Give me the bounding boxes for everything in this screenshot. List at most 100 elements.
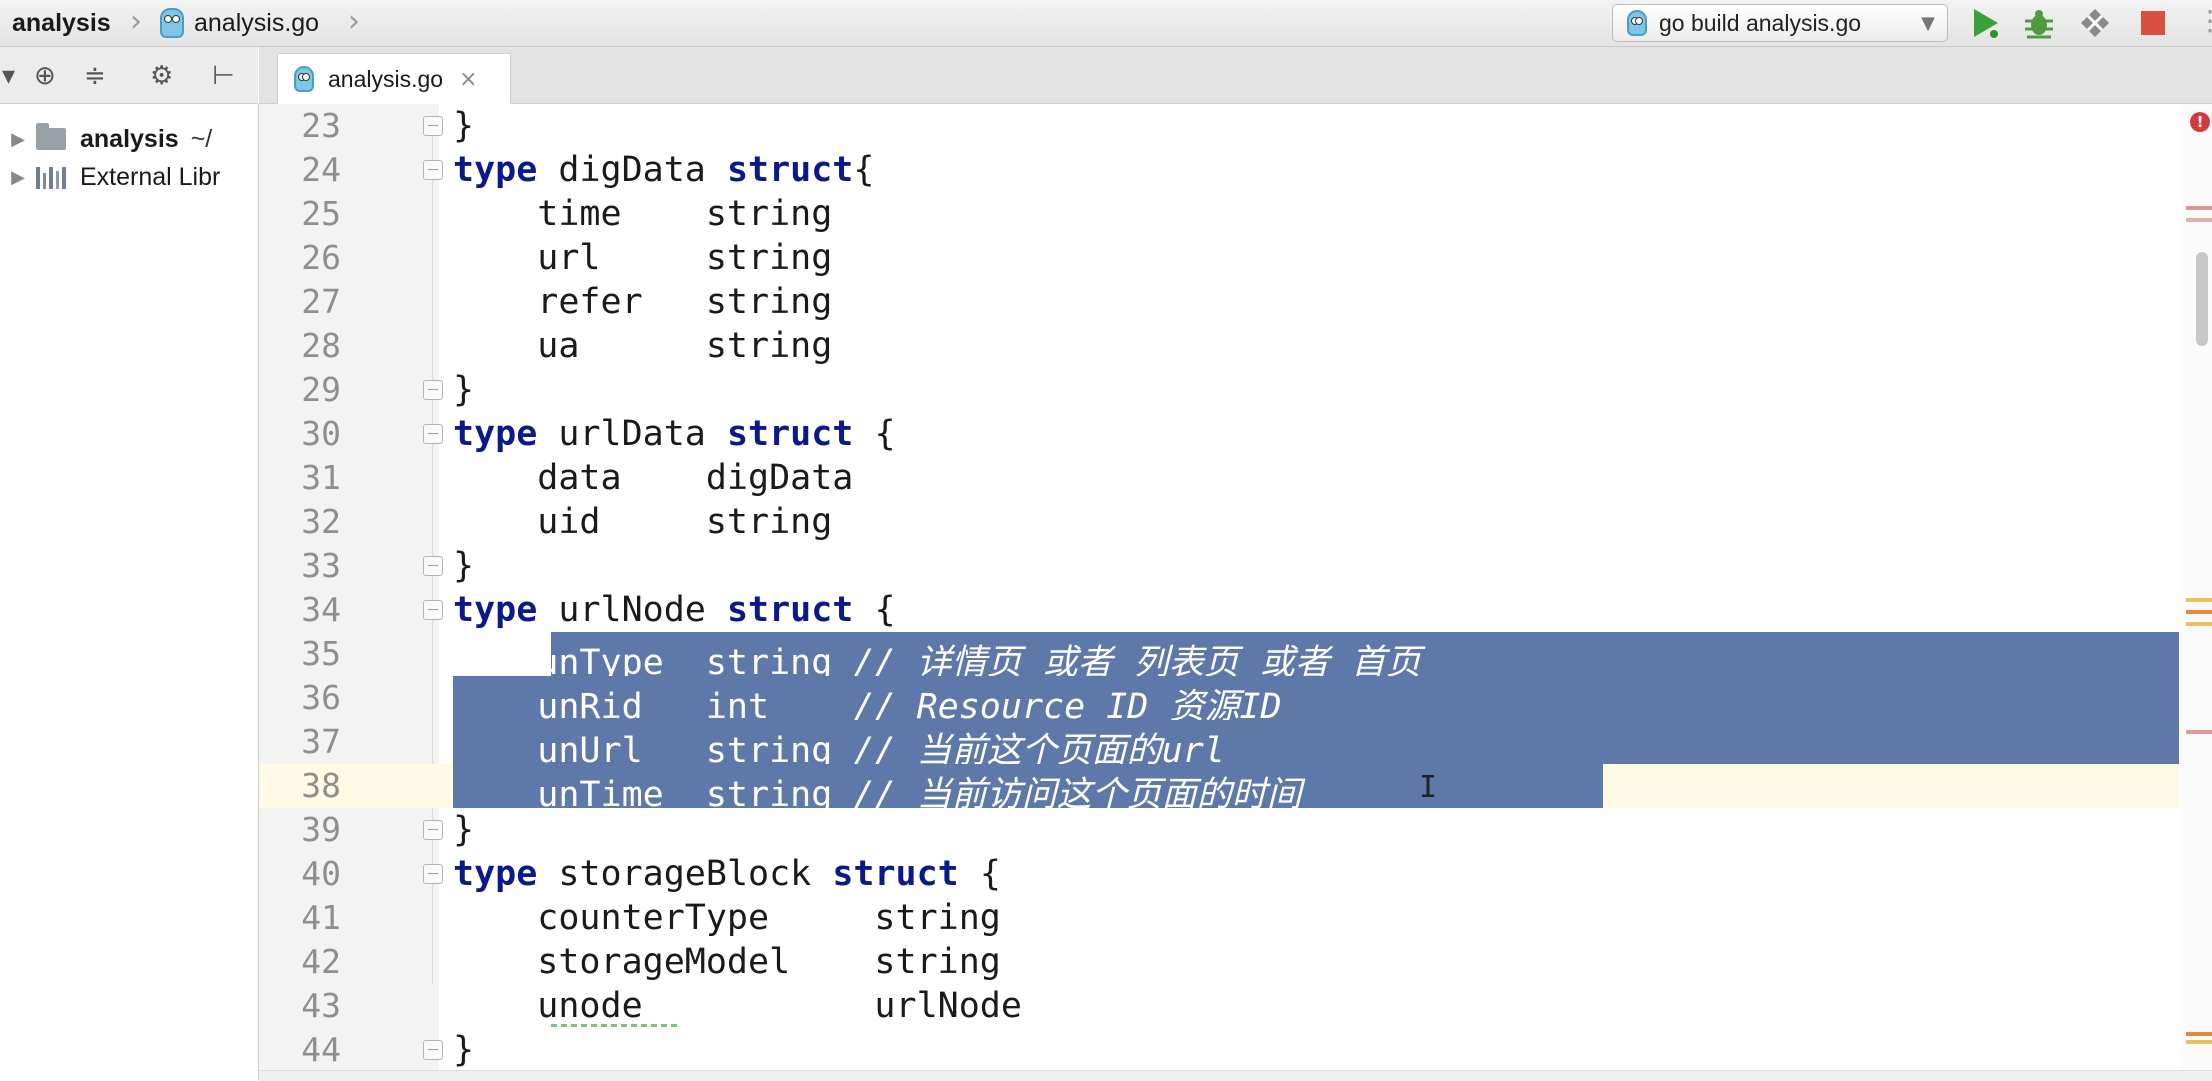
stripe-marker[interactable] xyxy=(2186,610,2212,614)
vertical-scrollbar[interactable] xyxy=(2196,252,2208,346)
horizontal-scrollbar[interactable] xyxy=(259,1070,2212,1081)
run-icon xyxy=(1974,9,1998,38)
run-configuration-dropdown[interactable]: go build analysis.go ▼ xyxy=(1612,4,1948,42)
code-line[interactable]: 29 } xyxy=(259,368,2179,412)
locate-file-icon[interactable]: ⊕ xyxy=(34,61,56,91)
tree-item-label: analysis xyxy=(80,124,179,153)
run-button[interactable] xyxy=(1968,6,2002,40)
code-line[interactable]: 34 type urlNode struct { xyxy=(259,588,2179,632)
stripe-marker[interactable] xyxy=(2186,730,2212,734)
line-number: 43 xyxy=(301,986,341,1025)
project-toolbar: ▾ ⊕ ≑ ⚙ ⊢ xyxy=(0,47,258,104)
tab-analysis-go[interactable]: analysis.go × xyxy=(277,53,511,104)
code-line-selected[interactable]: 37 unUrl string // 当前这个页面的url xyxy=(259,720,2179,771)
code-text: refer string xyxy=(453,282,833,322)
collapse-all-icon[interactable]: ≑ xyxy=(84,61,106,91)
fold-icon[interactable] xyxy=(423,380,443,400)
code-line[interactable]: 24 type digData struct{ xyxy=(259,148,2179,192)
line-number: 44 xyxy=(301,1030,341,1069)
code-line-caret[interactable]: 38 unTime string // 当前访问这个页面的时间 I xyxy=(259,764,2179,815)
toolbar-overflow-icon[interactable]: ⋮ xyxy=(2196,4,2212,37)
line-number: 33 xyxy=(301,546,341,585)
go-file-icon xyxy=(160,8,184,38)
project-tree: ▶ analysis ~/ ▶ External Libr xyxy=(0,104,259,1080)
unused-field-warning-underline xyxy=(551,1024,678,1027)
navigation-bar: analysis › analysis.go › go build analys… xyxy=(0,0,2212,47)
code-editor[interactable]: 23 } 24 type digData struct{ 25 time str… xyxy=(259,104,2212,1070)
stop-button[interactable] xyxy=(2136,6,2170,40)
fold-icon[interactable] xyxy=(423,600,443,620)
code-line[interactable]: 27 refer string xyxy=(259,280,2179,324)
code-text: storageModel string xyxy=(453,942,1001,982)
line-number: 28 xyxy=(301,326,341,365)
breadcrumb-separator-icon: › xyxy=(130,4,142,39)
debug-icon xyxy=(2025,10,2053,39)
line-number: 25 xyxy=(301,194,341,233)
breadcrumb-project[interactable]: analysis xyxy=(12,6,111,40)
code-text: time string xyxy=(453,194,833,234)
debug-button[interactable] xyxy=(2022,6,2056,40)
close-icon[interactable]: × xyxy=(459,67,477,92)
fold-icon[interactable] xyxy=(423,864,443,884)
line-number: 23 xyxy=(301,106,341,145)
stripe-marker[interactable] xyxy=(2186,1040,2212,1044)
panel-dropdown-icon[interactable]: ▾ xyxy=(2,61,15,91)
code-line[interactable]: 31 data digData xyxy=(259,456,2179,500)
code-line[interactable]: 40 type storageBlock struct { xyxy=(259,852,2179,896)
code-text: data digData xyxy=(453,458,854,498)
fold-icon[interactable] xyxy=(423,556,443,576)
code-line[interactable]: 43 unode urlNode xyxy=(259,984,2179,1028)
tree-item-analysis[interactable]: ▶ analysis ~/ xyxy=(0,120,212,158)
line-number: 38 xyxy=(301,766,341,805)
stop-icon xyxy=(2141,11,2165,35)
breadcrumb-file[interactable]: analysis.go xyxy=(160,6,319,40)
line-number: 30 xyxy=(301,414,341,453)
code-line[interactable]: 33 } xyxy=(259,544,2179,588)
breadcrumb-file-label: analysis.go xyxy=(194,8,320,37)
code-line[interactable]: 25 time string xyxy=(259,192,2179,236)
error-stripe[interactable]: ! xyxy=(2180,104,2212,1070)
code-text: } xyxy=(453,1030,475,1070)
fold-icon[interactable] xyxy=(423,820,443,840)
fold-icon[interactable] xyxy=(423,424,443,444)
code-line[interactable]: 39 } xyxy=(259,808,2179,852)
stripe-marker[interactable] xyxy=(2186,622,2212,626)
tree-item-external-libraries[interactable]: ▶ External Libr xyxy=(0,158,220,196)
fold-icon[interactable] xyxy=(423,116,443,136)
code-line[interactable]: 26 url string xyxy=(259,236,2179,280)
chevron-down-icon: ▼ xyxy=(1921,12,1935,34)
code-line-selected[interactable]: 36 unRid int // Resource ID 资源ID xyxy=(259,676,2179,727)
error-indicator-icon[interactable]: ! xyxy=(2190,112,2210,132)
code-line[interactable]: 28 ua string xyxy=(259,324,2179,368)
code-text: } xyxy=(453,370,475,410)
line-number: 31 xyxy=(301,458,341,497)
code-line[interactable]: 30 type urlData struct { xyxy=(259,412,2179,456)
fold-icon[interactable] xyxy=(423,160,443,180)
stripe-marker[interactable] xyxy=(2186,1032,2212,1036)
code-line[interactable]: 44 } xyxy=(259,1028,2179,1070)
line-number: 35 xyxy=(301,634,341,673)
stripe-marker[interactable] xyxy=(2186,218,2212,222)
stripe-marker[interactable] xyxy=(2186,598,2212,602)
code-line[interactable]: 32 uid string xyxy=(259,500,2179,544)
gear-icon[interactable]: ⚙ xyxy=(150,61,173,91)
code-text: type urlNode struct { xyxy=(453,590,896,630)
breadcrumb-separator-icon: › xyxy=(348,4,360,39)
expand-arrow-icon[interactable]: ▶ xyxy=(0,167,36,188)
code-line[interactable]: 23 } xyxy=(259,104,2179,148)
line-number: 41 xyxy=(301,898,341,937)
expand-arrow-icon[interactable]: ▶ xyxy=(0,129,36,150)
hide-panel-icon[interactable]: ⊢ xyxy=(212,61,235,91)
code-text: type storageBlock struct { xyxy=(453,854,1001,894)
code-line[interactable]: 42 storageModel string xyxy=(259,940,2179,984)
go-file-icon xyxy=(294,66,314,92)
code-text: uid string xyxy=(453,502,833,542)
run-configuration-label: go build analysis.go xyxy=(1659,9,1862,36)
editor-tab-bar: analysis.go × xyxy=(259,47,2212,104)
code-line-selected[interactable]: 35 unType string // 详情页 或者 列表页 或者 首页 xyxy=(259,632,2179,683)
code-line[interactable]: 41 counterType string xyxy=(259,896,2179,940)
stripe-marker[interactable] xyxy=(2186,206,2212,210)
fold-icon[interactable] xyxy=(423,1040,443,1060)
run-with-coverage-button[interactable] xyxy=(2078,6,2112,40)
code-text: url string xyxy=(453,238,833,278)
